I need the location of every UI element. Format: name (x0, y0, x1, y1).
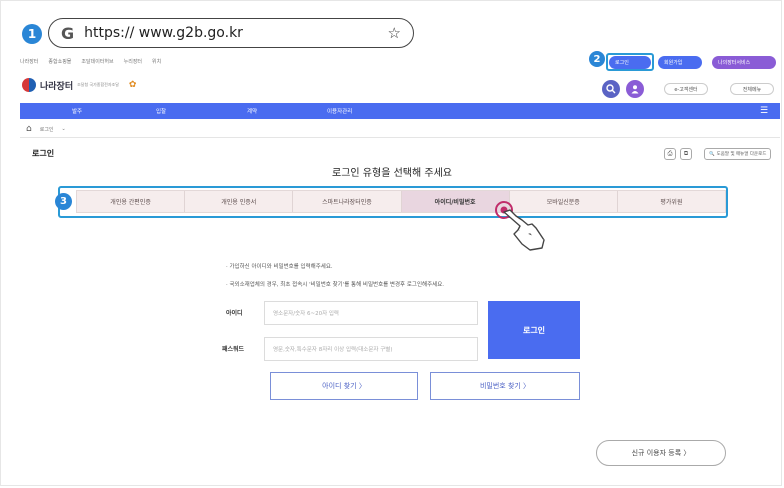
instruction-note-2: · 국외소재업체의 경우, 최초 접속시 '비밀번호 찾기'를 통해 비밀번호를… (226, 282, 445, 288)
password-input[interactable]: 영문,숫자,특수문자 8자리 이상 입력(대소문자 구별) (264, 337, 478, 361)
nav-item-order[interactable]: 발주 (72, 107, 82, 115)
header-signup-button[interactable]: 회원가입 (658, 56, 702, 69)
utility-link[interactable]: 조달데이터허브 (81, 58, 113, 65)
tab-evaluator[interactable]: 평가위원 (618, 191, 725, 212)
login-button[interactable]: 로그인 (488, 301, 580, 359)
breadcrumb: ⌂ 로그인 ⌄ (26, 124, 66, 134)
login-button-label: 로그인 (522, 325, 546, 335)
nav-item-user-management[interactable]: 이용자관리 (327, 107, 352, 115)
utility-link[interactable]: 나라장터 (20, 58, 38, 65)
login-type-heading: 로그인 유형을 선택해 주세요 (332, 168, 452, 179)
help-icon: 🔍 (709, 151, 715, 157)
tab-label: 개인용 인증서 (221, 199, 257, 206)
help-download-button[interactable]: 🔍 도움말 및 매뉴얼 다운로드 (704, 148, 772, 160)
id-placeholder: 영소문자/숫자 6~20자 입력 (273, 311, 339, 317)
tab-label: 아이디/비밀번호 (434, 199, 476, 206)
id-label: 아이디 (226, 310, 243, 317)
tab-label: 스마트나라장터인증 (322, 199, 372, 206)
tab-label: 평가위원 (660, 199, 683, 206)
divider (20, 137, 780, 138)
brand-logo[interactable]: 나라장터 조달청 국가종합전자조달 ✿ (22, 78, 136, 92)
help-download-label: 도움말 및 매뉴얼 다운로드 (716, 152, 767, 157)
brand-subtitle: 조달청 국가종합전자조달 (77, 82, 119, 87)
header-signup-label: 회원가입 (664, 60, 683, 66)
password-label: 패스워드 (222, 346, 245, 353)
nav-item-contract[interactable]: 계약 (247, 107, 257, 115)
nav-item-bid[interactable]: 입찰 (156, 107, 166, 115)
step-badge-3: 3 (55, 193, 72, 210)
share-icon[interactable]: ⧉ (680, 148, 692, 160)
find-password-button[interactable]: 비밀번호 찾기 〉 (430, 372, 580, 400)
tab-certificate[interactable]: 개인용 인증서 (185, 191, 294, 212)
header-login-label: 로그인 (615, 60, 629, 66)
header-myg2b-button[interactable]: 나의장터서비스 (712, 56, 776, 69)
brand-name: 나라장터 (40, 81, 74, 92)
bookmark-star-icon[interactable]: ☆ (388, 24, 401, 42)
utility-link[interactable]: 종합쇼핑몰 (48, 58, 71, 65)
utility-link[interactable]: 누리장터 (124, 58, 142, 65)
tab-label: 개인용 간편인증 (110, 199, 151, 206)
utility-links: 나라장터 종합쇼핑몰 조달데이터허브 누리장터 위치 (20, 58, 161, 65)
tab-simple-auth[interactable]: 개인용 간편인증 (77, 191, 186, 212)
home-icon[interactable]: ⌂ (26, 124, 32, 134)
screenshot-frame (0, 0, 782, 486)
customer-center-label: e-고객센터 (674, 86, 698, 93)
customer-center-button[interactable]: e-고객센터 (664, 83, 708, 95)
user-icon[interactable] (626, 80, 644, 98)
login-type-tabs: 개인용 간편인증 개인용 인증서 스마트나라장터인증 아이디/비밀번호 모바일신… (76, 190, 726, 213)
utility-link[interactable]: 위치 (152, 58, 161, 65)
full-menu-label: 전체메뉴 (742, 86, 762, 93)
chevron-down-icon[interactable]: ⌄ (62, 126, 66, 132)
page-title: 로그인 (32, 149, 55, 158)
find-id-label: 아이디 찾기 〉 (322, 382, 366, 390)
breadcrumb-current: 로그인 (39, 126, 54, 133)
header-myg2b-label: 나의장터서비스 (718, 60, 751, 66)
hamburger-menu-icon[interactable]: ☰ (760, 106, 768, 116)
password-placeholder: 영문,숫자,특수문자 8자리 이상 입력(대소문자 구별) (273, 347, 393, 353)
step-badge-1: 1 (22, 24, 42, 44)
address-bar[interactable]: G https:// www.g2b.go.kr ☆ (48, 18, 414, 48)
new-user-signup-label: 신규 이용자 등록 〉 (631, 449, 691, 457)
google-icon: G (61, 23, 75, 43)
new-user-signup-button[interactable]: 신규 이용자 등록 〉 (596, 440, 726, 466)
government-emblem-icon (22, 78, 36, 92)
pointing-hand-icon (495, 201, 545, 251)
url-text[interactable]: https:// www.g2b.go.kr (84, 25, 387, 41)
tab-smart-auth[interactable]: 스마트나라장터인증 (293, 191, 402, 212)
id-input[interactable]: 영소문자/숫자 6~20자 입력 (264, 301, 478, 325)
main-nav: 발주 입찰 계약 이용자관리 ☰ (20, 103, 780, 119)
full-menu-button[interactable]: 전체메뉴 (730, 83, 774, 95)
print-icon[interactable]: ⎙ (664, 148, 676, 160)
mascot-icon: ✿ (128, 80, 137, 90)
search-icon[interactable] (602, 80, 620, 98)
find-password-label: 비밀번호 찾기 〉 (479, 382, 531, 390)
instruction-note-1: · 가입하신 아이디와 비밀번호를 입력해주세요. (226, 264, 333, 270)
header-login-button[interactable]: 로그인 (609, 56, 651, 69)
step-badge-2: 2 (589, 51, 605, 67)
find-id-button[interactable]: 아이디 찾기 〉 (270, 372, 418, 400)
